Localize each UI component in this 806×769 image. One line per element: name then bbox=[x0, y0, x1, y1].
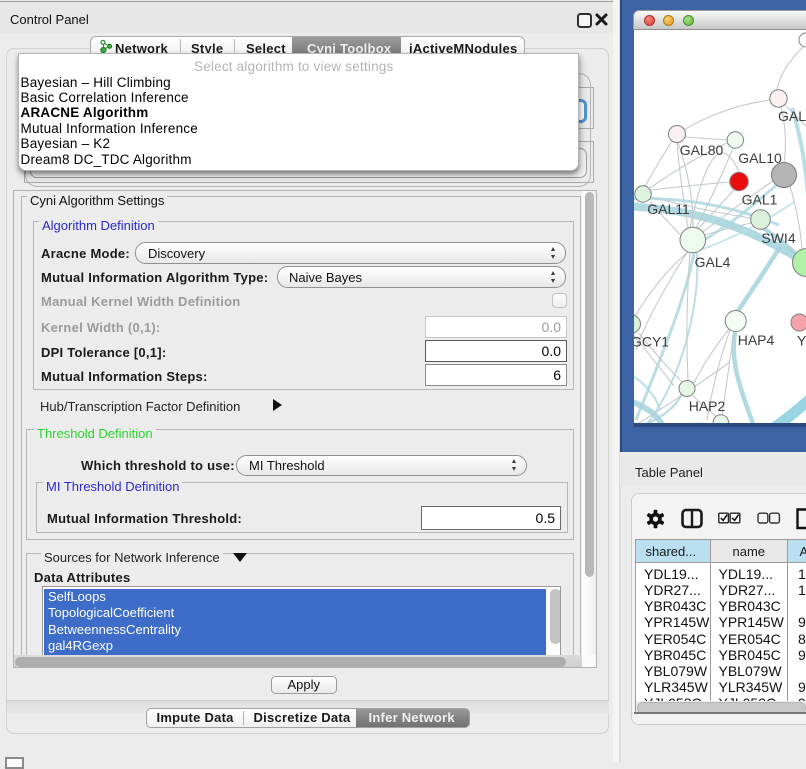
svg-text:SWI4: SWI4 bbox=[761, 230, 795, 246]
svg-text:GAL: GAL bbox=[778, 108, 806, 124]
svg-text:GAL4: GAL4 bbox=[695, 254, 731, 270]
svg-text:GAL10: GAL10 bbox=[738, 150, 782, 166]
svg-text:HAP4: HAP4 bbox=[738, 332, 775, 348]
svg-text:GAL80: GAL80 bbox=[680, 142, 724, 158]
svg-text:Y: Y bbox=[797, 333, 806, 349]
svg-text:HAP2: HAP2 bbox=[689, 398, 726, 414]
svg-text:GCY1: GCY1 bbox=[634, 334, 669, 350]
svg-text:GAL11: GAL11 bbox=[647, 201, 690, 217]
svg-text:GAL1: GAL1 bbox=[742, 192, 778, 208]
